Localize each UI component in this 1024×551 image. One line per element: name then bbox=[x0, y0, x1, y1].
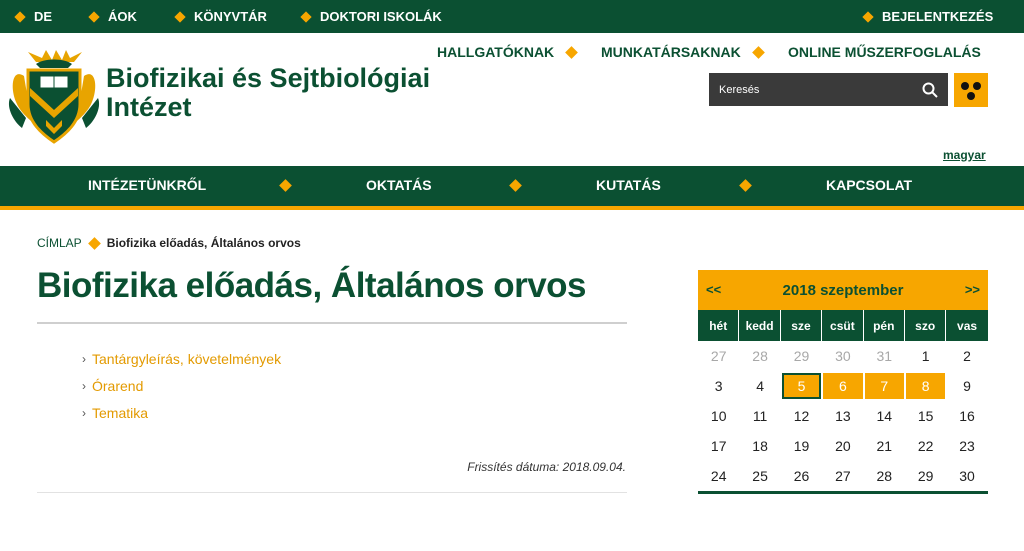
site-title[interactable]: Biofizikai és Sejtbiológiai Intézet bbox=[106, 64, 446, 122]
calendar-day-event[interactable]: 6 bbox=[823, 373, 863, 399]
calendar-prev-button[interactable]: << bbox=[706, 282, 721, 297]
calendar-weekday: csüt bbox=[822, 310, 864, 341]
diamond-icon bbox=[300, 10, 312, 23]
calendar-day: 4 bbox=[756, 378, 764, 394]
calendar-day: 30 bbox=[959, 468, 975, 484]
calendar-day-today[interactable]: 5 bbox=[781, 373, 822, 399]
top-link-konyvtar[interactable]: KÖNYVTÁR bbox=[174, 0, 267, 33]
calendar-day: 10 bbox=[710, 408, 727, 424]
calendar-day-other-month: 30 bbox=[835, 348, 851, 364]
calendar-day: 19 bbox=[793, 438, 810, 454]
nav-oktatas[interactable]: OKTATÁS bbox=[366, 166, 432, 204]
calendar-month: 2018 szeptember bbox=[782, 281, 904, 299]
calendar-day: 14 bbox=[876, 408, 893, 424]
calendar-day: 21 bbox=[876, 438, 893, 454]
calendar-header: << 2018 szeptember >> bbox=[698, 270, 988, 310]
update-date: Frissítés dátuma: 2018.09.04. bbox=[467, 460, 626, 474]
chevron-right-icon: › bbox=[82, 351, 86, 366]
chevron-right-icon: › bbox=[82, 405, 86, 420]
list-item[interactable]: › Órarend bbox=[82, 372, 281, 399]
calendar-weekdays: hét kedd sze csüt pén szo vas bbox=[698, 310, 988, 341]
accessibility-icon[interactable] bbox=[954, 73, 988, 107]
diamond-icon bbox=[565, 46, 578, 59]
calendar-widget: << 2018 szeptember >> hét kedd sze csüt pén s… bbox=[698, 270, 988, 494]
main-nav: INTÉZETÜNKRŐL OKTATÁS KUTATÁS KAPCSOLAT bbox=[0, 166, 1024, 210]
diamond-icon bbox=[739, 179, 752, 192]
calendar-day: 28 bbox=[876, 468, 893, 484]
calendar-day: 24 bbox=[710, 468, 727, 484]
top-link-de[interactable]: DE bbox=[14, 0, 52, 33]
search-icon[interactable] bbox=[922, 82, 938, 98]
calendar-day: 29 bbox=[917, 468, 934, 484]
diamond-icon bbox=[174, 10, 186, 23]
secnav-online-muszerfoglalas[interactable]: ONLINE MŰSZERFOGLALÁS bbox=[788, 43, 981, 61]
nav-kapcsolat[interactable]: KAPCSOLAT bbox=[826, 166, 912, 204]
calendar-day: 18 bbox=[752, 438, 768, 454]
calendar-day: 12 bbox=[793, 408, 810, 424]
list-item[interactable]: › Tematika bbox=[82, 399, 281, 426]
calendar-day: 20 bbox=[835, 438, 851, 454]
calendar-day-other-month: 29 bbox=[793, 348, 810, 364]
list-item[interactable]: › Tantárgyleírás, követelmények bbox=[82, 345, 281, 372]
top-bar: DE ÁOK KÖNYVTÁR DOKTORI ISKOLÁK BEJELENT… bbox=[0, 0, 1024, 33]
top-link-aok[interactable]: ÁOK bbox=[88, 0, 137, 33]
calendar-day: 26 bbox=[793, 468, 810, 484]
calendar-day: 3 bbox=[714, 378, 723, 394]
calendar-day: 2 bbox=[963, 348, 971, 364]
diamond-icon bbox=[509, 179, 522, 192]
calendar-day-event[interactable]: 8 bbox=[905, 373, 946, 399]
link-orarend[interactable]: Órarend bbox=[92, 378, 143, 394]
breadcrumb-current: Biofizika előadás, Általános orvos bbox=[106, 236, 301, 250]
secnav-munkatarsaknak[interactable]: MUNKATÁRSAKNAK bbox=[601, 43, 741, 61]
chevron-right-icon: › bbox=[82, 378, 86, 393]
link-tematika[interactable]: Tematika bbox=[92, 405, 148, 421]
login-link[interactable]: BEJELENTKEZÉS bbox=[862, 0, 993, 33]
calendar-day-other-month: 28 bbox=[752, 348, 768, 364]
diamond-icon bbox=[14, 10, 26, 23]
diamond-icon bbox=[88, 10, 100, 23]
university-crest-logo[interactable] bbox=[6, 48, 102, 146]
breadcrumb: CÍMLAP Biofizika előadás, Általános orvo… bbox=[37, 236, 301, 250]
secnav-hallgatoknak[interactable]: HALLGATÓKNAK bbox=[437, 43, 554, 61]
calendar-weekday: kedd bbox=[739, 310, 781, 341]
calendar-day: 16 bbox=[959, 408, 975, 424]
calendar-day: 25 bbox=[752, 468, 768, 484]
calendar-day: 22 bbox=[917, 438, 934, 454]
calendar-day-event[interactable]: 7 bbox=[864, 373, 904, 399]
diamond-icon bbox=[279, 179, 292, 192]
content-link-list: › Tantárgyleírás, követelmények › Órarend … bbox=[82, 345, 281, 426]
divider bbox=[37, 322, 627, 324]
search-input[interactable] bbox=[719, 83, 909, 96]
nav-kutatas[interactable]: KUTATÁS bbox=[596, 166, 661, 204]
calendar-day-other-month: 31 bbox=[876, 348, 893, 364]
calendar-day: 9 bbox=[963, 378, 971, 394]
search-box bbox=[709, 73, 948, 106]
calendar-weekday: hét bbox=[698, 310, 740, 341]
calendar-weekday: pén bbox=[864, 310, 905, 341]
top-link-doktori[interactable]: DOKTORI ISKOLÁK bbox=[300, 0, 442, 33]
calendar-day-other-month: 27 bbox=[710, 348, 727, 364]
page-title: Biofizika előadás, Általános orvos bbox=[37, 266, 587, 305]
calendar-day: 1 bbox=[921, 348, 930, 364]
link-tantargyleiras[interactable]: Tantárgyleírás, követelmények bbox=[92, 351, 281, 367]
calendar-day: 23 bbox=[959, 438, 975, 454]
calendar-day: 11 bbox=[752, 408, 768, 424]
calendar-weekday: szo bbox=[905, 310, 947, 341]
diamond-icon bbox=[862, 10, 874, 23]
diamond-icon bbox=[87, 236, 101, 250]
calendar-day: 15 bbox=[917, 408, 934, 424]
calendar-days: 27 28 29 30 31 1 2 3 4 5 6 7 8 9 10 11 12 13 14 15 16 17 18 19 2… bbox=[698, 341, 988, 494]
nav-intezetunkrol[interactable]: INTÉZETÜNKRŐL bbox=[88, 166, 206, 204]
calendar-weekday: sze bbox=[781, 310, 823, 341]
calendar-next-button[interactable]: >> bbox=[965, 282, 980, 297]
language-switch[interactable]: magyar bbox=[943, 148, 986, 162]
divider bbox=[37, 492, 627, 493]
diamond-icon bbox=[752, 46, 765, 59]
breadcrumb-home[interactable]: CÍMLAP bbox=[37, 236, 82, 250]
calendar-day: 17 bbox=[710, 438, 727, 454]
calendar-day: 27 bbox=[835, 468, 851, 484]
calendar-day: 13 bbox=[835, 408, 851, 424]
calendar-weekday: vas bbox=[957, 318, 978, 333]
